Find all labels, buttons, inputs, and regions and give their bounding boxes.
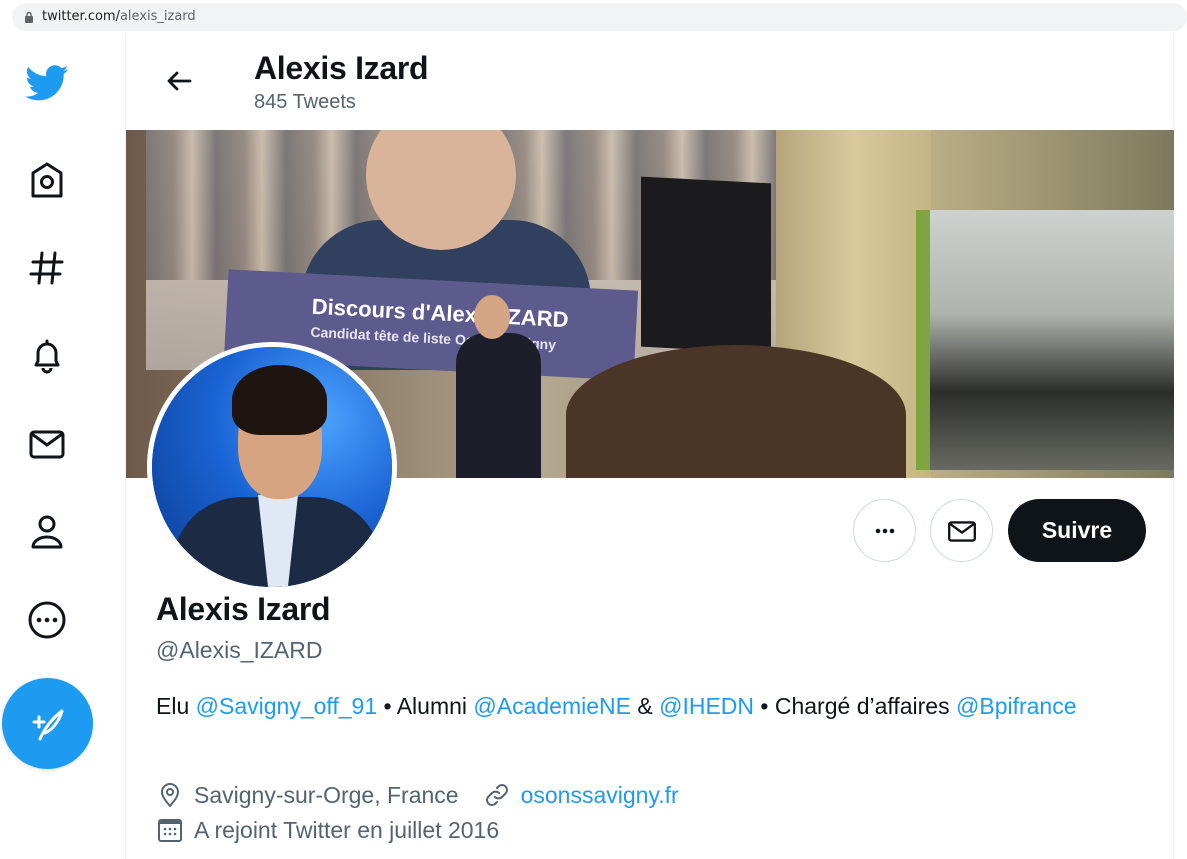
- banner-speaker: [456, 295, 541, 478]
- banner-loudspeaker: [641, 176, 771, 354]
- profile-location: Savigny-sur-Orge, France: [194, 781, 459, 808]
- home-icon[interactable]: [22, 155, 72, 205]
- sidebar-nav: [0, 34, 125, 859]
- banner-group-photo: [916, 210, 1174, 470]
- profile-column: Alexis Izard 845 Tweets Discours d'Alexi…: [125, 34, 1174, 859]
- more-options-button[interactable]: [853, 499, 916, 562]
- compose-tweet-button[interactable]: [2, 678, 93, 769]
- profile-joined-row: A rejoint Twitter en juillet 2016: [156, 816, 499, 844]
- profile-display-name: Alexis Izard: [156, 591, 331, 627]
- url-field[interactable]: twitter.com/alexis_izard: [12, 3, 1187, 31]
- tweet-count: 845 Tweets: [254, 91, 356, 113]
- profile-meta-row: Savigny-sur-Orge, France osonssavigny.fr: [156, 781, 679, 809]
- twitter-logo-icon[interactable]: [22, 58, 72, 108]
- avatar[interactable]: [147, 342, 397, 592]
- profile-joined-date: A rejoint Twitter en juillet 2016: [194, 816, 500, 843]
- more-horizontal-icon: [875, 528, 894, 533]
- follow-button[interactable]: Suivre: [1008, 499, 1146, 562]
- profile-handle: @Alexis_IZARD: [156, 637, 323, 663]
- hashtag-icon[interactable]: [22, 243, 72, 293]
- bio-mention-academiene[interactable]: @AcademieNE: [473, 693, 631, 719]
- message-button[interactable]: [930, 499, 993, 562]
- bell-icon[interactable]: [22, 331, 72, 381]
- lock-icon: [25, 11, 33, 23]
- bio-mention-savigny[interactable]: @Savigny_off_91: [196, 693, 378, 719]
- mail-icon: [947, 520, 976, 542]
- url-text: twitter.com/alexis_izard: [42, 9, 196, 24]
- profile-icon[interactable]: [22, 507, 72, 557]
- bio-mention-ihedn[interactable]: @IHEDN: [659, 693, 754, 719]
- browser-address-bar: twitter.com/alexis_izard: [0, 0, 1187, 34]
- link-icon: [485, 784, 508, 806]
- bio-mention-bpifrance[interactable]: @Bpifrance: [956, 693, 1077, 719]
- compose-icon: [32, 709, 63, 740]
- profile-bio: Elu @Savigny_off_91 • Alumni @AcademieNE…: [156, 693, 1077, 719]
- more-icon[interactable]: [22, 595, 72, 645]
- back-arrow-icon: [167, 71, 192, 91]
- mail-icon[interactable]: [22, 419, 72, 469]
- back-button[interactable]: [154, 56, 204, 106]
- calendar-icon: [158, 819, 182, 842]
- location-icon: [160, 783, 180, 808]
- banner-audience-heads: [566, 345, 906, 478]
- profile-website-link[interactable]: osonssavigny.fr: [521, 782, 679, 809]
- header-title: Alexis Izard: [254, 50, 429, 86]
